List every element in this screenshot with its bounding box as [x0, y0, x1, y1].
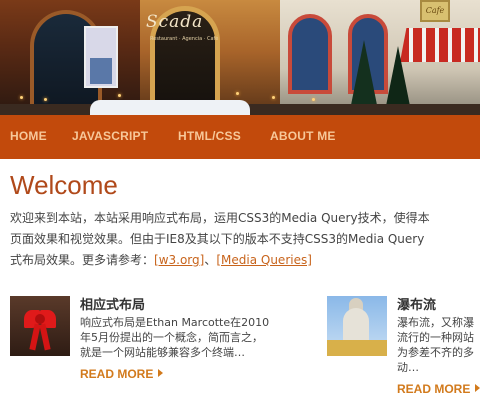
card-excerpt-line: 流行的一种网站	[397, 331, 474, 344]
banner-light	[312, 98, 315, 101]
nav-javascript[interactable]: JAVASCRIPT	[72, 129, 148, 143]
card-excerpt-line: 就是一个网站能够兼容多个终端…	[80, 346, 245, 359]
card-excerpt: 响应式布局是Ethan Marcotte在2010 年5月份提出的一个概念，简而…	[80, 315, 269, 360]
nav-about-me[interactable]: ABOUT ME	[270, 129, 336, 143]
card-title[interactable]: 瀑布流	[397, 294, 436, 313]
banner-light	[272, 96, 275, 99]
bow-knot	[35, 314, 45, 324]
card-excerpt-line: 瀑布流，又称瀑	[397, 316, 474, 329]
card-excerpt-line: 为参差不齐的多	[397, 346, 474, 359]
card-title[interactable]: 相应式布局	[80, 294, 145, 313]
read-more-link[interactable]: READ MORE	[397, 382, 480, 396]
banner-light	[20, 96, 23, 99]
intro-line-text: 式布局效果。更多请参考：	[10, 253, 155, 267]
nav-home[interactable]: HOME	[10, 129, 47, 143]
header-banner-image: Scada Restaurant · Agencia · Café Cafe	[0, 0, 480, 115]
intro-line: 页面效果和视觉效果。但由于IE8及其以下的版本不支持CSS3的Media Que…	[10, 232, 425, 246]
card-excerpt-line: 响应式布局是Ethan Marcotte在2010	[80, 316, 270, 329]
banner-snow	[90, 100, 250, 115]
w3-org-link[interactable]: [w3.org]	[154, 253, 204, 267]
arrow-right-icon	[158, 369, 164, 377]
card-excerpt-line: 动…	[397, 361, 419, 374]
read-more-label: READ MORE	[80, 367, 154, 381]
banner-tree	[350, 40, 378, 110]
tower-base	[327, 340, 387, 356]
banner-light	[236, 92, 239, 95]
christmas-bow-image[interactable]	[10, 296, 70, 356]
tower-image[interactable]	[327, 296, 387, 356]
intro-separator: 、	[204, 253, 217, 267]
main-nav: HOME JAVASCRIPT HTML/CSS ABOUT ME	[0, 115, 480, 159]
banner-window	[288, 14, 332, 94]
banner-light	[118, 94, 121, 97]
banner-sign: Scada	[146, 12, 204, 32]
card-excerpt: 瀑布流，又称瀑 流行的一种网站 为参差不齐的多 动…	[397, 315, 474, 375]
arrow-right-icon	[475, 384, 480, 392]
tower-body	[343, 308, 369, 342]
banner-sign-subtext: Restaurant · Agencia · Café	[150, 36, 219, 42]
banner-plaque: Cafe	[420, 0, 450, 22]
read-more-link[interactable]: READ MORE	[80, 367, 164, 381]
banner-poster	[84, 26, 118, 88]
read-more-label: READ MORE	[397, 382, 471, 396]
banner-light	[44, 98, 47, 101]
nav-html-css[interactable]: HTML/CSS	[178, 129, 241, 143]
intro-paragraph: 欢迎来到本站，本站采用响应式布局，运用CSS3的Media Query技术，使得…	[10, 208, 480, 271]
media-queries-link[interactable]: [Media Queries]	[216, 253, 312, 267]
page-title: Welcome	[10, 170, 118, 200]
intro-line: 欢迎来到本站，本站采用响应式布局，运用CSS3的Media Query技术，使得…	[10, 211, 430, 225]
card-excerpt-line: 年5月份提出的一个概念，简而言之，	[80, 331, 263, 344]
banner-awning	[400, 28, 480, 62]
intro-line: 式布局效果。更多请参考：[w3.org]、[Media Queries]	[10, 250, 480, 271]
